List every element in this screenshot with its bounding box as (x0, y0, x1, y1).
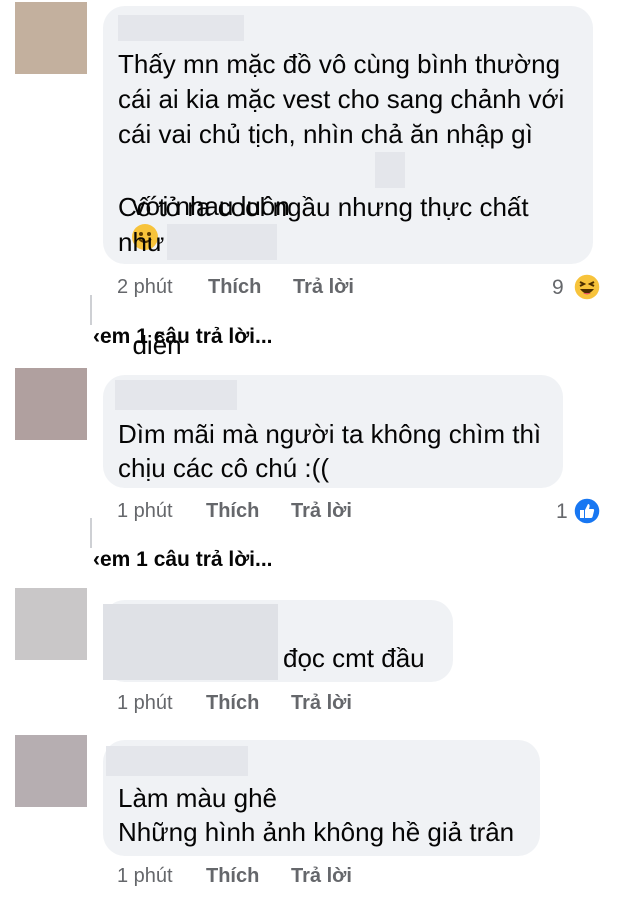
avatar[interactable] (15, 735, 87, 807)
censored-text-blurred (167, 224, 277, 260)
author-name-blurred[interactable] (103, 604, 278, 680)
haha-reaction-icon[interactable] (573, 273, 601, 301)
reply-button[interactable]: Trả lời (291, 500, 352, 523)
avatar[interactable] (15, 588, 87, 660)
comment-text-line: như (118, 227, 165, 257)
reply-button[interactable]: Trả lời (293, 276, 354, 299)
reaction-count[interactable]: 9 (552, 276, 564, 300)
comment-text-line: chịu các cô chú :(( (118, 453, 329, 483)
avatar[interactable] (15, 2, 87, 74)
avatar[interactable] (15, 368, 87, 440)
reaction-count[interactable]: 1 (556, 500, 568, 524)
view-replies-link[interactable]: ‹em 1 câu trả lời... (93, 548, 273, 572)
reply-button[interactable]: Trả lời (291, 865, 352, 888)
comment-text-line: Thấy mn mặc đồ vô cùng bình thường (118, 49, 561, 79)
like-button[interactable]: Thích (206, 500, 259, 523)
censored-text-blurred (375, 152, 405, 188)
thread-line (90, 518, 92, 548)
view-replies-link[interactable]: ‹em 1 câu trả lời... (93, 325, 273, 349)
like-button[interactable]: Thích (206, 865, 259, 888)
reply-button[interactable]: Trả lời (291, 692, 352, 715)
comment-time[interactable]: 2 phút (117, 276, 173, 299)
like-button[interactable]: Thích (208, 276, 261, 299)
comment-text-line: đọc cmt đầu (283, 643, 425, 673)
thread-line (90, 295, 92, 325)
like-reaction-icon[interactable] (573, 497, 601, 525)
author-name-blurred[interactable] (115, 380, 237, 410)
comment-text-line: Cố tỏ ra cool ngầu nhưng thực chất (118, 192, 529, 222)
comment-text-line: Làm màu ghê (118, 783, 277, 813)
comment-text-line: Dìm mãi mà người ta không chìm thì (118, 419, 542, 449)
like-button[interactable]: Thích (206, 692, 259, 715)
comment-time[interactable]: 1 phút (117, 692, 173, 715)
comment-text-line: cái vai chủ tịch, nhìn chả ăn nhập gì (118, 119, 533, 149)
comment-text-line: Những hình ảnh không hề giả trân (118, 817, 515, 847)
comment-text-line: cái ai kia mặc vest cho sang chảnh với (118, 84, 565, 114)
comment-time[interactable]: 1 phút (117, 865, 173, 888)
comment-time[interactable]: 1 phút (117, 500, 173, 523)
author-name-blurred[interactable] (106, 746, 248, 776)
author-name-blurred[interactable] (118, 15, 244, 41)
